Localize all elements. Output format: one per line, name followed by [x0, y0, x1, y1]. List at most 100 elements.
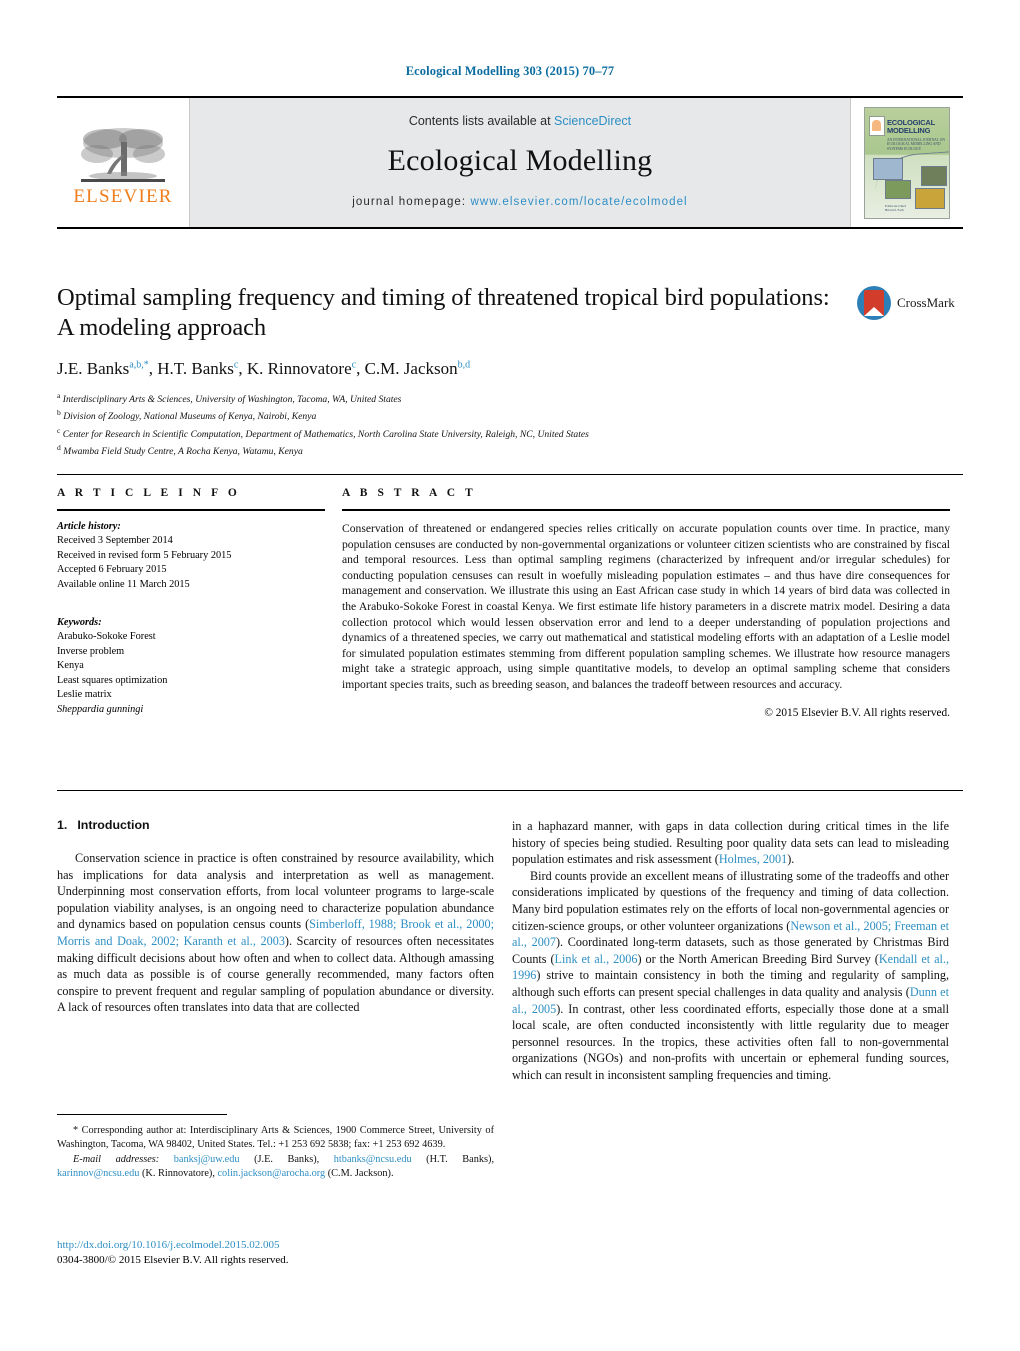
- crossmark-badge[interactable]: CrossMark: [857, 286, 963, 320]
- history-item: Available online 11 March 2015: [57, 578, 190, 590]
- affiliation-row: a Interdisciplinary Arts & Sciences, Uni…: [57, 389, 847, 406]
- journal-homepage-link[interactable]: www.elsevier.com/locate/ecolmodel: [471, 196, 688, 208]
- paragraph: Bird counts provide an excellent means o…: [512, 868, 949, 1084]
- cover-photo-2: [921, 165, 947, 186]
- journal-cover-cell: ECOLOGICAL MODELLING AN INTERNATIONAL JO…: [850, 98, 963, 227]
- keyword-item: Kenya: [57, 660, 84, 672]
- email-link-0[interactable]: banksj@uw.edu: [174, 1154, 240, 1165]
- affiliation-list: a Interdisciplinary Arts & Sciences, Uni…: [57, 389, 847, 459]
- crossmark-label: CrossMark: [897, 295, 955, 310]
- abstract-copyright: © 2015 Elsevier B.V. All rights reserved…: [764, 706, 950, 719]
- citation-link[interactable]: Link et al., 2006: [555, 952, 638, 966]
- elsevier-tree-icon: [81, 127, 165, 182]
- cover-photo-4: [915, 187, 945, 209]
- cover-photo-3: [885, 179, 911, 199]
- keywords-block: Keywords: Arabuko-Sokoke Forest Inverse …: [57, 617, 325, 718]
- journal-masthead: ELSEVIER Contents lists available at Sci…: [57, 96, 963, 229]
- abstract-body: Conservation of threatened or endangered…: [342, 522, 950, 691]
- email-link-3[interactable]: colin.jackson@arocha.org: [217, 1168, 325, 1179]
- author-2[interactable]: K. Rinnovatore: [247, 359, 352, 378]
- contents-available-line: Contents lists available at ScienceDirec…: [409, 114, 631, 128]
- email-label: E-mail addresses:: [73, 1154, 160, 1166]
- email-owner-0: (J.E. Banks): [254, 1154, 317, 1166]
- article-info-rule: [57, 509, 325, 511]
- keyword-item: Leslie matrix: [57, 689, 112, 701]
- email-link-2[interactable]: karinnov@ncsu.edu: [57, 1168, 139, 1179]
- info-top-rule: [57, 474, 963, 475]
- article-history-label: Article history:: [57, 521, 121, 532]
- abstract-section: A B S T R A C T Conservation of threaten…: [342, 487, 950, 719]
- footnote-rule: [57, 1114, 227, 1115]
- affiliation-0-text: Interdisciplinary Arts & Sciences, Unive…: [62, 394, 402, 406]
- issn-copyright-line: 0304-3800/© 2015 Elsevier B.V. All right…: [57, 1254, 289, 1266]
- affiliation-0-mark: a: [57, 391, 61, 400]
- affiliation-3-text: Mwamba Field Study Centre, A Rocha Kenya…: [63, 446, 303, 458]
- affiliation-row: b Division of Zoology, National Museums …: [57, 406, 847, 423]
- affiliation-3-mark: d: [57, 443, 61, 453]
- email-link-1[interactable]: htbanks@ncsu.edu: [334, 1154, 412, 1165]
- keywords-list: Arabuko-Sokoke Forest Inverse problem Ke…: [57, 630, 325, 718]
- email-owner-2: (K. Rinnovatore): [141, 1167, 213, 1179]
- homepage-prefix: journal homepage:: [352, 195, 471, 208]
- contents-prefix: Contents lists available at: [408, 113, 555, 128]
- doi-link[interactable]: http://dx.doi.org/10.1016/j.ecolmodel.20…: [57, 1238, 494, 1253]
- sciencedirect-link[interactable]: ScienceDirect: [554, 114, 631, 128]
- paragraph: Conservation science in practice is ofte…: [57, 850, 494, 1016]
- citation-link[interactable]: Holmes, 2001: [719, 852, 787, 866]
- author-2-marks: c: [351, 359, 357, 371]
- author-0[interactable]: J.E. Banks: [57, 359, 129, 378]
- keyword-item: Arabuko-Sokoke Forest: [57, 631, 156, 642]
- elsevier-logo: ELSEVIER: [57, 98, 190, 227]
- author-list: J.E. Banksa,b,*, H.T. Banksc, K. Rinnova…: [57, 359, 471, 378]
- doi-section: http://dx.doi.org/10.1016/j.ecolmodel.20…: [57, 1238, 494, 1268]
- history-item: Accepted 6 February 2015: [57, 564, 167, 575]
- cover-editor-name: Brian D. Fath: [885, 207, 904, 212]
- title-block: Optimal sampling frequency and timing of…: [57, 283, 847, 459]
- email-owner-1: (H.T. Banks): [426, 1154, 492, 1166]
- paper-page: Ecological Modelling 303 (2015) 70–77 EL…: [0, 0, 1020, 1351]
- paragraph-text: ) strive to maintain consistency in both…: [512, 968, 949, 999]
- cover-subtitle: AN INTERNATIONAL JOURNAL ON ECOLOGICAL M…: [887, 137, 945, 151]
- history-item: Received 3 September 2014: [57, 535, 173, 546]
- email-note: E-mail addresses: banksj@uw.edu (J.E. Ba…: [57, 1154, 495, 1179]
- corresponding-author-note: * Corresponding author at: Interdiscipli…: [57, 1125, 494, 1150]
- body-column-right: in a haphazard manner, with gaps in data…: [512, 818, 949, 1084]
- journal-band: Contents lists available at ScienceDirec…: [190, 98, 850, 227]
- affiliation-row: d Mwamba Field Study Centre, A Rocha Ken…: [57, 441, 847, 458]
- keyword-item: Least squares optimization: [57, 674, 168, 686]
- cover-elsevier-mark-icon: [869, 115, 885, 136]
- elsevier-wordmark: ELSEVIER: [73, 185, 173, 207]
- email-owner-3: (C.M. Jackson): [327, 1167, 391, 1179]
- page-title: Optimal sampling frequency and timing of…: [57, 284, 830, 341]
- keyword-item: Inverse problem: [57, 645, 125, 657]
- journal-cover-image: ECOLOGICAL MODELLING AN INTERNATIONAL JO…: [864, 106, 950, 219]
- section-heading-introduction: 1. Introduction: [57, 818, 494, 832]
- cover-title-line2: MODELLING: [887, 126, 931, 135]
- body-column-left: 1. Introduction Conservation science in p…: [57, 818, 494, 1016]
- affiliation-2-text: Center for Research in Scientific Comput…: [62, 429, 589, 441]
- section-number: 1.: [57, 818, 68, 832]
- keywords-label: Keywords:: [57, 617, 102, 628]
- affiliation-2-mark: c: [57, 425, 61, 435]
- author-3[interactable]: C.M. Jackson: [365, 359, 458, 378]
- author-3-marks: b,d: [457, 359, 471, 371]
- journal-homepage-line: journal homepage: www.elsevier.com/locat…: [352, 196, 687, 208]
- cover-photo-1: [873, 157, 903, 180]
- paragraph-text: ) or the North American Breeding Bird Su…: [637, 951, 879, 966]
- history-item: Received in revised form 5 February 2015: [57, 549, 232, 561]
- author-1[interactable]: H.T. Banks: [157, 359, 234, 378]
- footnote-section: * Corresponding author at: Interdiscipli…: [57, 1124, 494, 1180]
- section-title: Introduction: [77, 818, 150, 832]
- affiliation-1-text: Division of Zoology, National Museums of…: [63, 411, 317, 423]
- cover-editor: Editor-in-Chief Brian D. Fath: [885, 204, 906, 212]
- crossmark-icon: [857, 286, 891, 320]
- affiliation-row: c Center for Research in Scientific Comp…: [57, 424, 847, 441]
- paragraph-text: ).: [787, 852, 795, 867]
- article-info-heading: A R T I C L E I N F O: [57, 487, 241, 499]
- abstract-heading: A B S T R A C T: [342, 487, 477, 499]
- paragraph-text: ). In contrast, other less coordinated e…: [512, 1001, 949, 1082]
- article-history-list: Received 3 September 2014 Received in re…: [57, 534, 325, 592]
- author-1-marks: c: [233, 359, 239, 371]
- abstract-bottom-rule: [57, 790, 963, 791]
- journal-name: Ecological Modelling: [387, 143, 653, 177]
